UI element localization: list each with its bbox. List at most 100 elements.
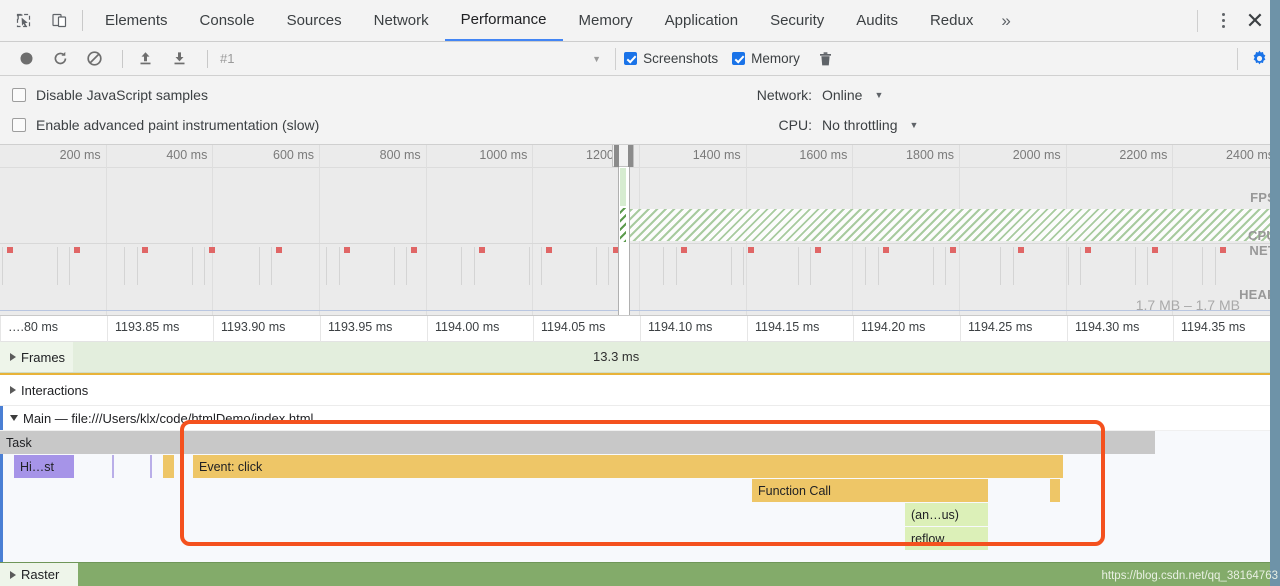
tab-audits[interactable]: Audits	[840, 0, 914, 41]
tab-label: Security	[770, 12, 824, 29]
tab-label: Audits	[856, 12, 898, 29]
tab-network[interactable]: Network	[358, 0, 445, 41]
network-request-bar	[608, 247, 664, 285]
reload-and-record-button[interactable]	[46, 46, 74, 72]
timeline-overview[interactable]: 200 ms400 ms600 ms800 ms1000 ms1200 ms14…	[0, 145, 1280, 316]
load-profile-icon[interactable]	[131, 46, 159, 72]
flame-chart-ruler: ….80 ms1193.85 ms1193.90 ms1193.95 ms119…	[0, 316, 1280, 342]
tab-application[interactable]: Application	[649, 0, 754, 41]
collect-garbage-icon[interactable]	[814, 47, 838, 71]
memory-toggle[interactable]: Memory	[732, 51, 800, 66]
flame-tick-label: 1194.10 ms	[648, 320, 712, 334]
overview-tick-label: 2400 ms	[1226, 148, 1274, 162]
flame-tick-label: ….80 ms	[8, 320, 58, 334]
frames-track-title[interactable]: Frames	[0, 342, 73, 372]
track-main-header[interactable]: Main — file:///Users/klx/code/htmlDemo/i…	[0, 406, 1280, 431]
control-divider-1	[122, 50, 123, 68]
record-button[interactable]	[12, 46, 40, 72]
track-interactions[interactable]: Interactions	[0, 373, 1280, 406]
overview-right-handle[interactable]	[628, 145, 633, 167]
devtools-tabbar: Elements Console Sources Network Perform…	[0, 0, 1280, 42]
cpu-chevron-down-icon[interactable]: ▼	[909, 120, 918, 130]
chevron-down-icon: ▼	[592, 54, 601, 64]
main-track-title[interactable]: Main — file:///Users/klx/code/htmlDemo/i…	[0, 406, 321, 430]
expand-caret-icon[interactable]	[10, 353, 16, 361]
network-request-bar	[137, 247, 193, 285]
flame-tick-label: 1194.00 ms	[435, 320, 499, 334]
track-raster[interactable]: Raster https://blog.csdn.net/qq_38164763	[0, 562, 1280, 586]
tab-security[interactable]: Security	[754, 0, 840, 41]
capture-settings-gear-icon[interactable]	[1246, 46, 1272, 72]
tab-label: Performance	[461, 11, 547, 28]
screenshots-checkbox[interactable]	[624, 52, 637, 65]
tab-label: Memory	[579, 12, 633, 29]
cpu-value: No throttling	[822, 117, 897, 133]
capture-settings-pane: Disable JavaScript samples Enable advanc…	[0, 76, 1280, 145]
network-chevron-down-icon[interactable]: ▼	[874, 90, 883, 100]
anonymous-function[interactable]: (an…us)	[905, 503, 988, 526]
event-click[interactable]: Event: click	[193, 455, 1063, 478]
network-request-bar	[2, 247, 58, 285]
right-edge-scrollbar[interactable]	[1270, 0, 1280, 586]
tab-console[interactable]: Console	[184, 0, 271, 41]
network-throttling-row[interactable]: Network: Online ▼	[720, 80, 1280, 110]
advanced-paint-label: Enable advanced paint instrumentation (s…	[36, 117, 319, 133]
tab-performance[interactable]: Performance	[445, 0, 563, 41]
cpu-usage-hatch	[618, 209, 1280, 241]
close-icon[interactable]: ✕	[1240, 6, 1270, 36]
tabbar-tool-icons	[0, 0, 78, 41]
tab-label: Console	[200, 12, 255, 29]
trailing-yellow-event[interactable]	[1050, 479, 1060, 502]
device-toolbar-icon[interactable]	[46, 8, 72, 34]
track-frames[interactable]: Frames 13.3 ms	[0, 342, 1280, 373]
collapse-caret-icon[interactable]	[10, 415, 18, 421]
more-tabs-icon[interactable]: »	[989, 0, 1022, 41]
heap-range-label: 1.7 MB – 1.7 MB	[1136, 297, 1240, 313]
expand-caret-icon[interactable]	[10, 386, 16, 394]
network-request-marker	[883, 247, 889, 253]
flame-tick-label: 1194.25 ms	[968, 320, 1032, 334]
main-label: Main — file:///Users/klx/code/htmlDemo/i…	[23, 411, 313, 426]
small-yellow-event[interactable]	[163, 455, 174, 478]
overview-cpu-lane: CPU	[0, 207, 1280, 244]
flame-tick-label: 1193.95 ms	[328, 320, 392, 334]
raster-track-title[interactable]: Raster	[0, 563, 78, 586]
network-request-bar	[406, 247, 462, 285]
tab-elements[interactable]: Elements	[89, 0, 184, 41]
raster-label: Raster	[21, 567, 59, 582]
tab-memory[interactable]: Memory	[563, 0, 649, 41]
cpu-label: CPU:	[720, 117, 812, 133]
function-call[interactable]: Function Call	[752, 479, 988, 502]
flame-chart-area[interactable]: ….80 ms1193.85 ms1193.90 ms1193.95 ms119…	[0, 316, 1280, 586]
network-request-marker	[950, 247, 956, 253]
overview-left-handle[interactable]	[614, 145, 619, 167]
expand-caret-icon[interactable]	[10, 571, 16, 579]
overview-heap-lane: 1.7 MB – 1.7 MB HEAP	[0, 289, 1280, 315]
tabbar-right-controls: ✕	[1189, 0, 1280, 41]
network-request-marker	[479, 247, 485, 253]
tab-sources[interactable]: Sources	[271, 0, 358, 41]
main-flame-body[interactable]: TaskHi…st Event: clickFunction Call(an…us…	[0, 431, 1280, 567]
main-menu-icon[interactable]	[1210, 8, 1236, 34]
profile-selector[interactable]: #1 ▼	[216, 48, 607, 70]
save-profile-icon[interactable]	[165, 46, 193, 72]
tab-label: Redux	[930, 12, 973, 29]
memory-checkbox[interactable]	[732, 52, 745, 65]
control-divider-4	[1237, 48, 1238, 70]
advanced-paint-checkbox[interactable]	[12, 118, 26, 132]
network-request-marker	[1085, 247, 1091, 253]
reflow[interactable]: reflow	[905, 527, 988, 550]
screenshots-toggle[interactable]: Screenshots	[624, 51, 718, 66]
control-divider-3	[615, 48, 616, 70]
clear-recording-button[interactable]	[80, 46, 108, 72]
interactions-track-title[interactable]: Interactions	[0, 375, 96, 405]
inspect-element-icon[interactable]	[10, 8, 36, 34]
network-request-marker	[748, 247, 754, 253]
close-glyph: ✕	[1246, 8, 1264, 34]
tab-redux[interactable]: Redux	[914, 0, 989, 41]
network-request-marker	[411, 247, 417, 253]
history-event[interactable]: Hi…st	[14, 455, 74, 478]
Task[interactable]: Task	[0, 431, 1155, 454]
disable-js-samples-checkbox[interactable]	[12, 88, 26, 102]
cpu-throttling-row[interactable]: CPU: No throttling ▼	[720, 110, 1280, 140]
